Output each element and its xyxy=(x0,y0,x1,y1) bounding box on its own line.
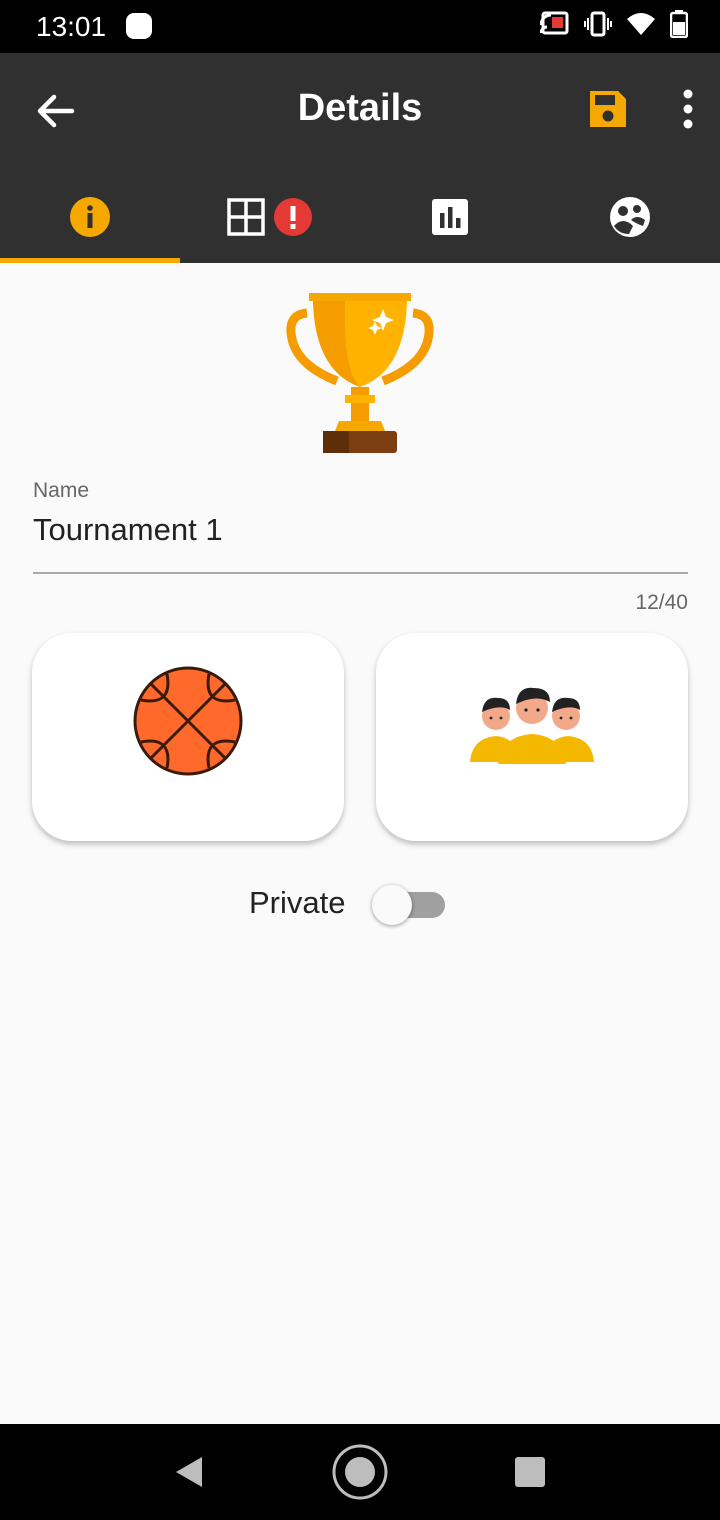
system-nav-bar xyxy=(0,1424,720,1520)
back-triangle-icon[interactable] xyxy=(172,1455,206,1489)
cast-icon xyxy=(540,11,569,35)
name-char-counter: 12/40 xyxy=(635,591,688,614)
basketball-icon xyxy=(133,666,243,776)
name-label: Name xyxy=(33,479,90,502)
name-input[interactable]: Tournament 1 xyxy=(33,512,223,548)
tab-info[interactable] xyxy=(0,171,180,263)
recents-square-icon[interactable] xyxy=(514,1456,546,1488)
info-icon xyxy=(70,197,110,237)
trophy-icon xyxy=(286,293,434,453)
sport-card[interactable] xyxy=(32,633,344,841)
tab-people[interactable] xyxy=(540,171,720,263)
private-label: Private xyxy=(249,885,346,920)
vibrate-icon xyxy=(584,11,612,37)
team-card[interactable] xyxy=(376,633,688,841)
home-circle-icon[interactable] xyxy=(331,1443,389,1501)
battery-icon xyxy=(670,10,688,38)
error-icon xyxy=(274,198,312,236)
team-players-icon xyxy=(470,687,594,764)
grid-icon xyxy=(227,198,265,236)
tab-bar xyxy=(0,171,720,263)
status-time: 13:01 xyxy=(36,11,107,42)
tab-stats[interactable] xyxy=(360,171,540,263)
private-toggle-thumb[interactable] xyxy=(372,885,412,925)
tab-grid[interactable] xyxy=(180,171,360,263)
wifi-icon xyxy=(627,13,655,35)
more-vertical-icon[interactable] xyxy=(670,87,706,131)
bar-chart-icon xyxy=(432,199,468,235)
name-underline xyxy=(33,572,688,574)
status-bar: 13:01 xyxy=(0,0,720,53)
people-icon xyxy=(610,197,650,237)
app-bar: Details xyxy=(0,53,720,263)
floppy-disk-icon[interactable] xyxy=(586,87,630,131)
tab-indicator xyxy=(0,258,180,263)
notification-icon xyxy=(126,13,152,39)
